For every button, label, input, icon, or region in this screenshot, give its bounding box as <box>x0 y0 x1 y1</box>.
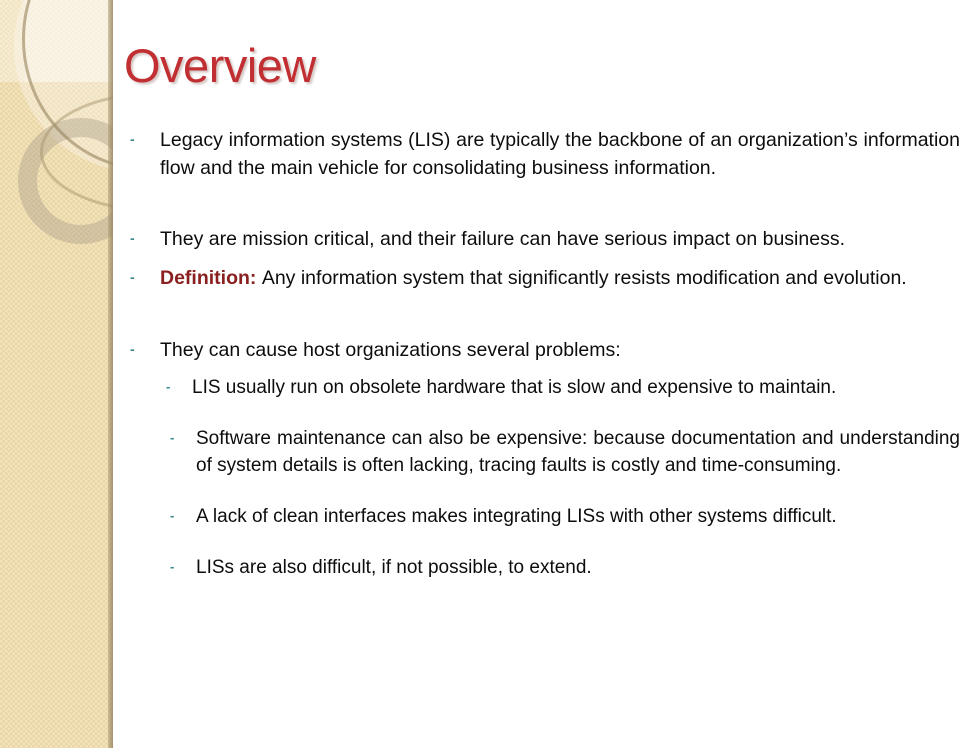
list-item-text: LISs are also difficult, if not possible… <box>196 557 592 579</box>
bullet-list: - Legacy information systems (LIS) are t… <box>128 127 960 593</box>
decorative-sidebar <box>0 0 113 748</box>
list-item-text: Legacy information systems (LIS) are typ… <box>160 129 960 179</box>
list-item-definition: - Definition: Any information system tha… <box>128 265 960 293</box>
list-item-nested: - LISs are also difficult, if not possib… <box>128 555 960 582</box>
bullet-dash-icon: - <box>170 508 175 524</box>
page-title: Overview <box>124 39 316 92</box>
sidebar-edge-divider <box>108 0 113 748</box>
bullet-dash-icon: - <box>130 269 135 286</box>
list-item-text: Software maintenance can also be expensi… <box>196 428 960 477</box>
slide: Overview - Legacy information systems (L… <box>0 0 960 748</box>
bullet-dash-icon: - <box>130 131 135 147</box>
list-item-text: LIS usually run on obsolete hardware tha… <box>192 377 837 399</box>
list-item: - They can cause host organizations seve… <box>128 337 960 365</box>
definition-label: Definition: <box>160 267 257 290</box>
bullet-dash-icon: - <box>130 230 135 247</box>
list-item: - They are mission critical, and their f… <box>128 226 960 254</box>
list-item-nested: - A lack of clean interfaces makes integ… <box>128 504 960 531</box>
list-item-text: They are mission critical, and their fai… <box>160 228 845 251</box>
list-item-text: They can cause host organizations severa… <box>160 338 621 361</box>
bullet-dash-icon: - <box>166 379 171 395</box>
list-item-nested: - LIS usually run on obsolete hardware t… <box>128 375 960 402</box>
bullet-dash-icon: - <box>130 340 135 357</box>
list-item-nested: - Software maintenance can also be expen… <box>128 426 960 480</box>
bullet-dash-icon: - <box>170 559 175 575</box>
list-item-text: A lack of clean interfaces makes integra… <box>196 506 837 528</box>
bullet-dash-icon: - <box>170 430 175 446</box>
list-item-text: Any information system that significantl… <box>261 267 907 290</box>
list-item: - Legacy information systems (LIS) are t… <box>128 127 960 182</box>
